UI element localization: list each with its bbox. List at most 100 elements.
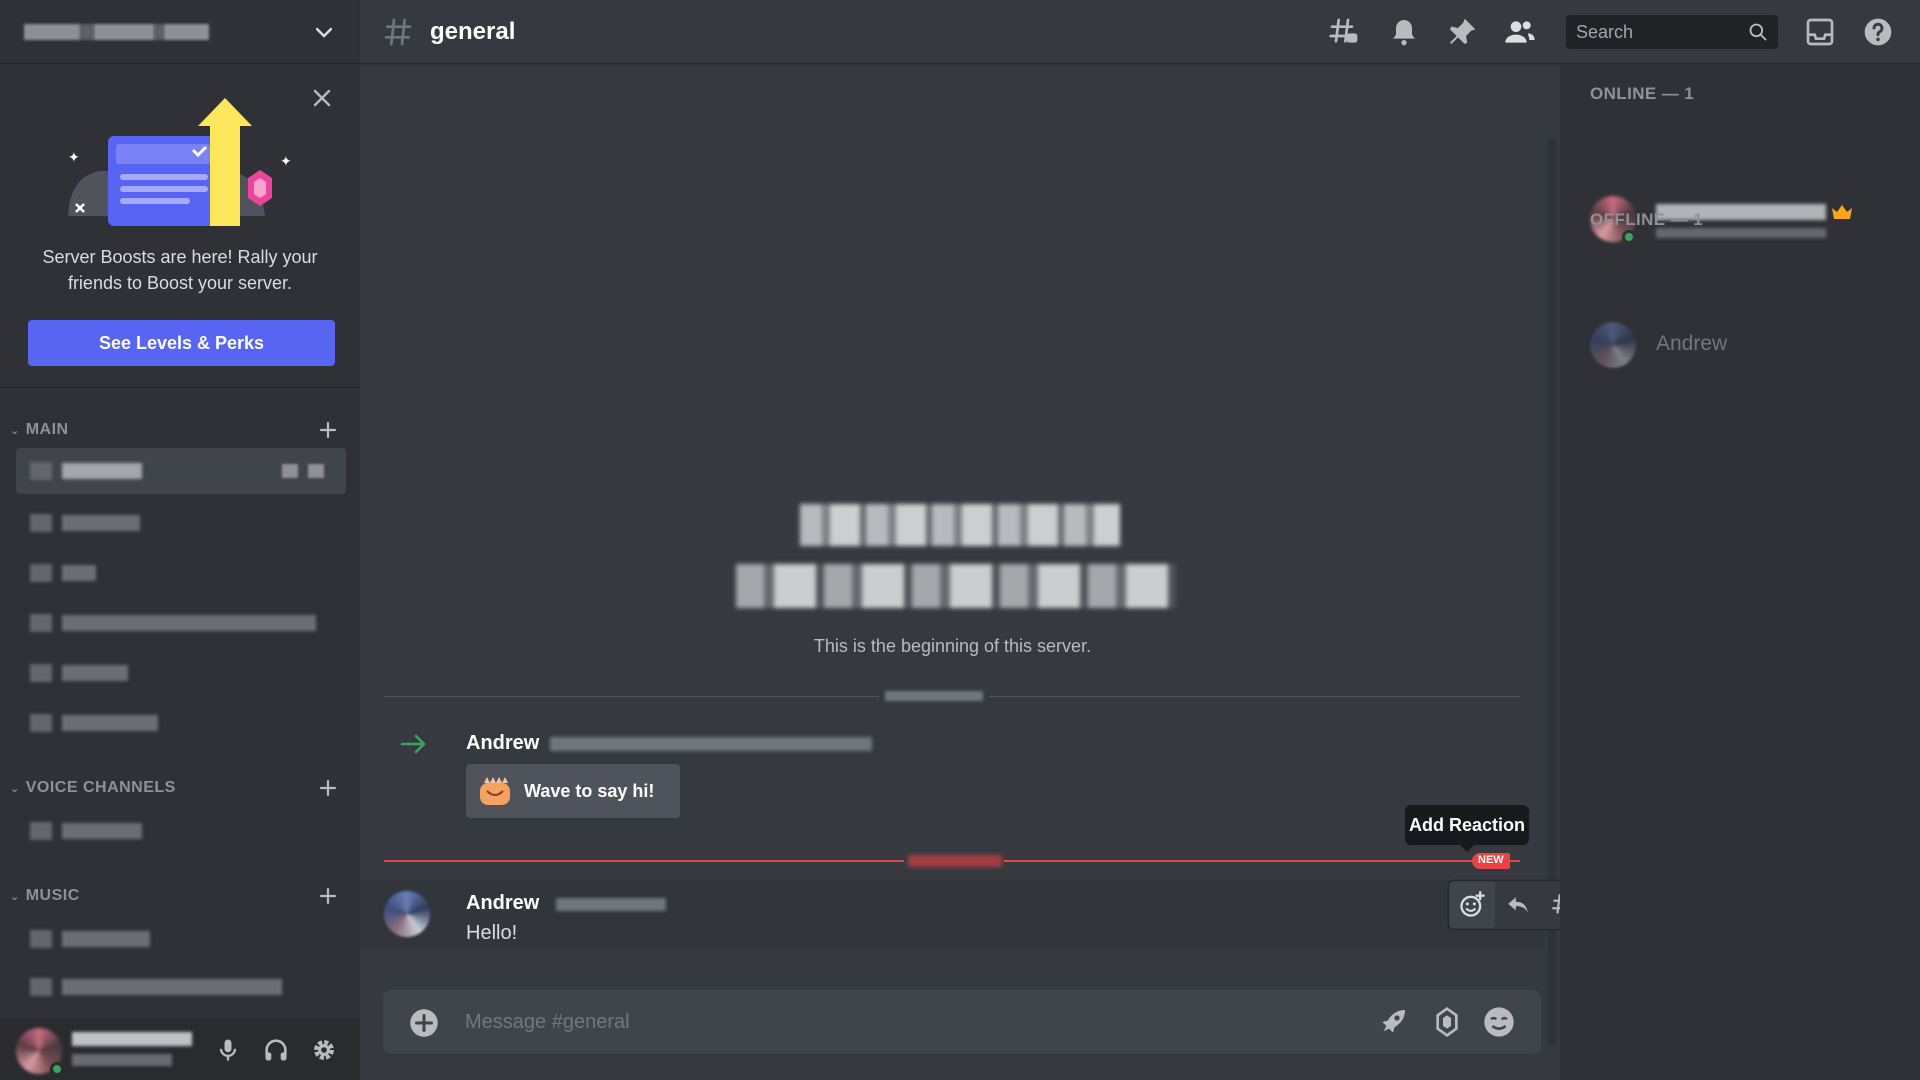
add-reaction-icon [1460, 891, 1485, 917]
svg-text:✦: ✦ [68, 150, 80, 166]
pin-icon[interactable] [1446, 16, 1478, 48]
close-icon[interactable] [310, 86, 334, 110]
category-label: VOICE CHANNELS [25, 779, 176, 796]
server-header[interactable] [0, 0, 360, 64]
sidebar-channel-general[interactable] [16, 448, 346, 494]
channel-name-redacted [62, 823, 142, 839]
sidebar-channel[interactable] [16, 650, 346, 696]
sidebar-channel[interactable] [16, 500, 346, 546]
plus-icon[interactable] [409, 1008, 439, 1038]
category-label: MAIN [25, 421, 69, 438]
username-redacted [72, 1032, 192, 1046]
hash-icon [30, 664, 52, 682]
channel-name-redacted [62, 979, 282, 995]
hash-icon [30, 714, 52, 732]
bell-icon[interactable] [1388, 16, 1420, 48]
help-icon[interactable] [1862, 16, 1894, 48]
welcome-title-redacted [800, 504, 1120, 546]
server-name-redacted [24, 23, 209, 40]
plus-icon[interactable] [316, 776, 340, 800]
search-input[interactable] [1576, 21, 1736, 43]
channel-title: general [430, 18, 516, 45]
member-list: ONLINE — 1 OFFLINE — 1 Andrew [1560, 64, 1920, 1080]
welcome-title-redacted [736, 564, 1176, 608]
join-message-redacted [550, 737, 872, 751]
message-composer [383, 990, 1541, 1054]
wave-to-say-hi-button[interactable]: Wave to say hi! [466, 764, 680, 818]
sidebar-channel[interactable] [16, 916, 346, 962]
sidebar-voice-channel[interactable] [16, 808, 346, 854]
settings-icon[interactable] [310, 1036, 338, 1064]
hash-icon [30, 614, 52, 632]
new-badge: NEW [1472, 853, 1510, 869]
crown-icon [1832, 205, 1852, 219]
message-author[interactable]: Andrew [466, 892, 539, 915]
hash-icon [384, 18, 412, 46]
boost-promo-card: ✦ ✦ Server Boosts are here! Rally your f… [0, 64, 360, 388]
boost-gem-icon[interactable] [1431, 1006, 1463, 1038]
new-messages-divider [1004, 860, 1520, 862]
chevron-down-icon: ⌄ [10, 890, 20, 903]
user-tag-redacted [72, 1054, 172, 1066]
sidebar-channel[interactable] [16, 964, 346, 1010]
boost-illustration: ✦ ✦ [68, 98, 292, 226]
hash-icon [30, 462, 52, 480]
channel-name-redacted [62, 565, 96, 581]
channel-name-redacted [62, 931, 150, 947]
category-music[interactable]: ⌄ MUSIC [10, 884, 340, 908]
message-list: This is the beginning of this server. An… [360, 64, 1636, 1046]
category-label: MUSIC [25, 887, 80, 904]
invite-icon[interactable] [282, 464, 298, 478]
online-status-indicator [50, 1062, 64, 1076]
welcome-text: This is the beginning of this server. [813, 636, 1092, 656]
threads-icon[interactable] [1328, 16, 1360, 48]
channel-name-redacted [62, 715, 158, 731]
sidebar-channel[interactable] [16, 600, 346, 646]
date-divider [384, 689, 1520, 703]
offline-header: OFFLINE — 1 [1590, 210, 1704, 229]
plus-icon[interactable] [316, 418, 340, 442]
sidebar-channel[interactable] [16, 550, 346, 596]
emoji-icon[interactable] [1483, 1006, 1515, 1038]
nitro-rocket-icon[interactable] [1377, 1006, 1409, 1038]
channel-name-redacted [62, 615, 316, 631]
headphones-icon[interactable] [262, 1036, 290, 1064]
search-box[interactable] [1566, 15, 1778, 49]
new-divider-date-redacted [908, 855, 1002, 867]
category-voice-channels[interactable]: ⌄ VOICE CHANNELS [10, 776, 340, 800]
members-icon[interactable] [1504, 16, 1536, 48]
chevron-down-icon[interactable] [314, 22, 334, 42]
chevron-down-icon: ⌄ [10, 424, 20, 437]
search-icon [1749, 23, 1767, 41]
reply-button[interactable] [1495, 882, 1541, 928]
see-levels-perks-button[interactable]: See Levels & Perks [28, 320, 335, 366]
user-panel [0, 1018, 360, 1080]
channel-sidebar: ✦ ✦ Server Boosts are here! Rally your f… [0, 0, 360, 1080]
category-main[interactable]: ⌄ MAIN [10, 418, 340, 442]
channel-name-redacted [62, 463, 142, 479]
add-reaction-tooltip: Add Reaction [1405, 805, 1529, 845]
speaker-icon [30, 822, 52, 840]
avatar[interactable] [1590, 322, 1636, 368]
plus-icon[interactable] [316, 884, 340, 908]
reply-icon [1508, 897, 1528, 913]
hash-icon [30, 930, 52, 948]
add-reaction-button[interactable] [1449, 882, 1495, 928]
channel-name-redacted [62, 515, 140, 531]
sidebar-channel[interactable] [16, 700, 346, 746]
online-status-indicator [1622, 230, 1636, 244]
wave-button-label: Wave to say hi! [524, 780, 655, 801]
hash-icon [30, 564, 52, 582]
settings-icon[interactable] [308, 464, 324, 478]
message-input[interactable] [465, 1004, 1325, 1040]
join-arrow-icon [400, 734, 426, 754]
message-body: Hello! [466, 922, 518, 944]
mic-icon[interactable] [214, 1036, 242, 1064]
channel-name-redacted [62, 665, 128, 681]
avatar[interactable] [384, 891, 430, 937]
message-author[interactable]: Andrew [466, 732, 539, 755]
chevron-down-icon: ⌄ [10, 782, 20, 795]
inbox-icon[interactable] [1804, 16, 1836, 48]
member-name[interactable]: Andrew [1656, 332, 1727, 356]
online-header: ONLINE — 1 [1590, 84, 1695, 103]
